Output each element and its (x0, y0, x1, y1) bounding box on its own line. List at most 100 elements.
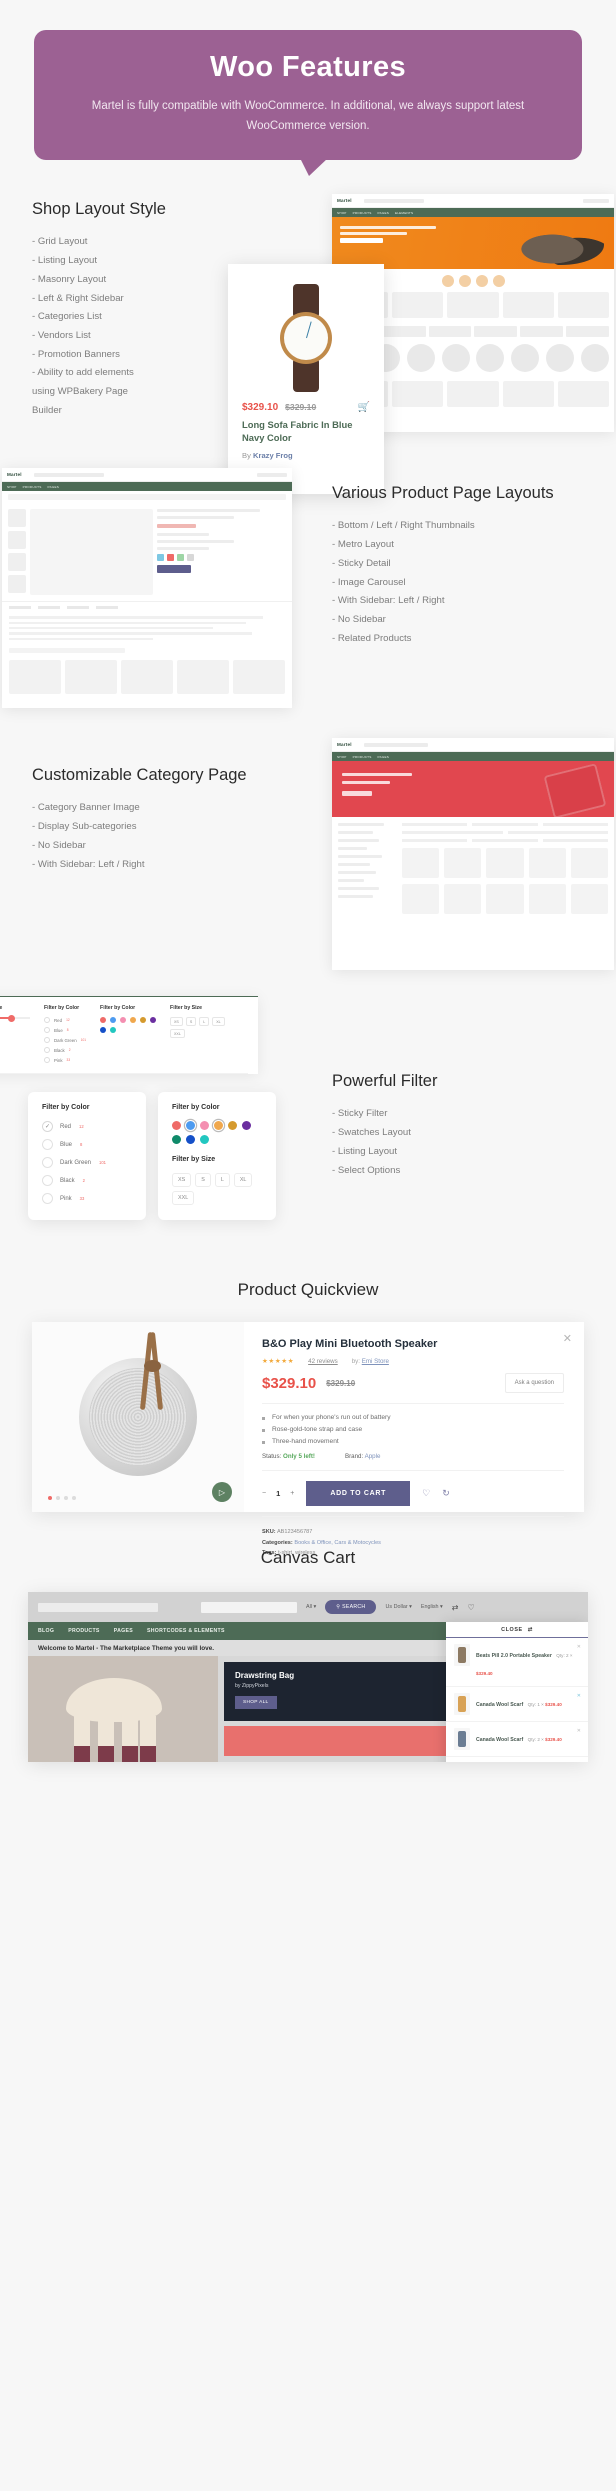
size-option[interactable]: XL (233, 1173, 253, 1188)
filter-option[interactable]: Blue 8 (44, 1027, 86, 1034)
product-name[interactable]: Long Sofa Fabric In Blue Navy Color (242, 418, 370, 444)
category-select[interactable]: All ▾ (306, 1604, 316, 1610)
swatch[interactable] (186, 1135, 195, 1145)
swatch[interactable] (172, 1121, 181, 1131)
nav-item-products[interactable]: PRODUCTS (68, 1628, 100, 1634)
close-icon[interactable]: ✕ (563, 1332, 572, 1345)
clear-filter-button[interactable]: Clear Filter (0, 1073, 248, 1083)
add-to-cart-button[interactable]: ADD TO CART (306, 1481, 411, 1507)
list-item: - No Sidebar (332, 613, 386, 625)
swatch-selected[interactable] (214, 1121, 223, 1131)
cart-close-label[interactable]: CLOSE (501, 1627, 523, 1633)
size-option[interactable]: S (195, 1173, 211, 1188)
swatch-selected[interactable] (186, 1121, 195, 1131)
arrows-icon[interactable]: ⇄ (528, 1627, 533, 1633)
categories-value[interactable]: Books & Office, Cars & Motocycles (294, 1540, 381, 1546)
quantity-stepper[interactable]: − 1 + (262, 1489, 294, 1498)
product-card[interactable]: $329.10 $329.10 🛒 Long Sofa Fabric In Bl… (228, 264, 384, 495)
cart-item-info: Canada Wool Scarf Qty: 2 × $329.40 (476, 1728, 562, 1750)
compare-icon[interactable]: ⇄ (452, 1603, 459, 1612)
list-item: - Categories List (32, 311, 102, 323)
checkbox-icon[interactable] (42, 1193, 53, 1205)
swatch[interactable] (172, 1135, 181, 1145)
qty-decrement[interactable]: − (262, 1490, 266, 1497)
checkbox-checked-icon[interactable]: ✓ (42, 1121, 53, 1133)
filter-option-row[interactable]: Pink 33 (42, 1193, 132, 1205)
swatch[interactable] (242, 1121, 251, 1131)
swatch[interactable] (150, 1017, 157, 1024)
swatch-list[interactable] (100, 1017, 157, 1034)
size-option[interactable]: XXL (172, 1191, 195, 1206)
cart-item-name[interactable]: Canada Wool Scarf (476, 1702, 523, 1708)
swatch[interactable] (110, 1017, 117, 1024)
size-option[interactable]: S (185, 1017, 197, 1027)
nav-item-shortcodes[interactable]: SHORTCODES & ELEMENTS (147, 1628, 225, 1634)
swatch[interactable] (120, 1017, 127, 1024)
mock-search-field[interactable] (201, 1601, 297, 1613)
cart-close-row[interactable]: CLOSE ⇄ (446, 1622, 588, 1639)
filter-option[interactable]: Dark Green 101 (44, 1037, 86, 1044)
filter-option[interactable]: Pink 33 (44, 1057, 86, 1064)
vendor-link[interactable]: Krazy Frog (253, 451, 293, 460)
filter-option[interactable]: Black 2 (44, 1047, 86, 1054)
cart-item-qty: Qty: 2 × $329.40 (527, 1737, 562, 1743)
cart-icon[interactable]: 🛒 (358, 402, 370, 413)
search-button[interactable]: ⚲ SEARCH (325, 1600, 377, 1615)
checkbox-icon[interactable] (42, 1175, 53, 1187)
swatch-grid[interactable] (172, 1121, 262, 1145)
mock-add-to-cart (156, 565, 191, 574)
swatch[interactable] (200, 1135, 209, 1145)
remove-item-icon[interactable]: ✕ (577, 1644, 581, 1650)
swatch[interactable] (100, 1017, 107, 1024)
size-option[interactable]: L (214, 1173, 230, 1188)
qty-increment[interactable]: + (290, 1490, 294, 1497)
dot[interactable] (72, 1496, 76, 1501)
shop-all-button[interactable]: SHOP ALL (235, 1696, 277, 1710)
slider-handle[interactable] (8, 1014, 15, 1022)
size-option[interactable]: XS (172, 1173, 192, 1188)
language-select[interactable]: English ▾ (421, 1604, 443, 1610)
option-label: Red (54, 1017, 63, 1023)
filter-option-row[interactable]: Black 2 (42, 1175, 132, 1187)
size-grid[interactable]: XS S L XL XXL (172, 1173, 262, 1206)
brand-link[interactable]: Apple (365, 1453, 381, 1460)
qty-value[interactable]: 1 (276, 1489, 280, 1498)
swatch[interactable] (130, 1017, 137, 1024)
swatch[interactable] (100, 1027, 107, 1034)
cart-item-name[interactable]: Canada Wool Scarf (476, 1737, 523, 1743)
vendor-link[interactable]: Emi Store (362, 1358, 389, 1365)
play-video-icon[interactable]: ▷ (212, 1482, 232, 1503)
cart-item-name[interactable]: Beats Pill 2.0 Portable Speaker (476, 1653, 552, 1659)
filter-option-row[interactable]: ✓ Red 12 (42, 1121, 132, 1133)
ask-a-question-button[interactable]: Ask a question (504, 1373, 564, 1394)
swatch[interactable] (110, 1027, 117, 1034)
heart-icon[interactable]: ♡ (467, 1603, 474, 1612)
price-slider[interactable] (0, 1014, 30, 1022)
size-option[interactable]: XS (170, 1017, 183, 1027)
filter-feature-list: - Sticky Filter - Swatches Layout - List… (332, 1105, 572, 1180)
heart-icon[interactable]: ♡ (422, 1488, 430, 1499)
remove-item-icon[interactable]: ✕ (577, 1728, 581, 1734)
dot[interactable] (56, 1496, 60, 1501)
swatch[interactable] (200, 1121, 209, 1131)
size-option[interactable]: XXL (170, 1029, 185, 1039)
currency-select[interactable]: Us Dollar ▾ (385, 1604, 411, 1610)
remove-item-icon[interactable]: ✕ (577, 1693, 581, 1699)
nav-item-blog[interactable]: BLOG (38, 1628, 54, 1634)
filter-option[interactable]: Red 12 (44, 1017, 86, 1024)
gallery-dots[interactable] (48, 1496, 76, 1501)
filter-option-row[interactable]: Dark Green 101 (42, 1157, 132, 1169)
size-option[interactable]: XL (212, 1017, 225, 1027)
size-option[interactable]: L (199, 1017, 210, 1027)
reviews-link[interactable]: 42 reviews (308, 1358, 338, 1365)
checkbox-icon[interactable] (42, 1139, 53, 1151)
dot-active[interactable] (48, 1496, 52, 1501)
checkbox-icon[interactable] (42, 1157, 53, 1169)
swatch[interactable] (228, 1121, 237, 1131)
dot[interactable] (64, 1496, 68, 1501)
nav-item-pages[interactable]: PAGES (114, 1628, 133, 1634)
size-list[interactable]: XS S L XL XXL (170, 1017, 236, 1039)
compare-icon[interactable]: ↻ (442, 1488, 450, 1499)
swatch[interactable] (140, 1017, 147, 1024)
filter-option-row[interactable]: Blue 8 (42, 1139, 132, 1151)
